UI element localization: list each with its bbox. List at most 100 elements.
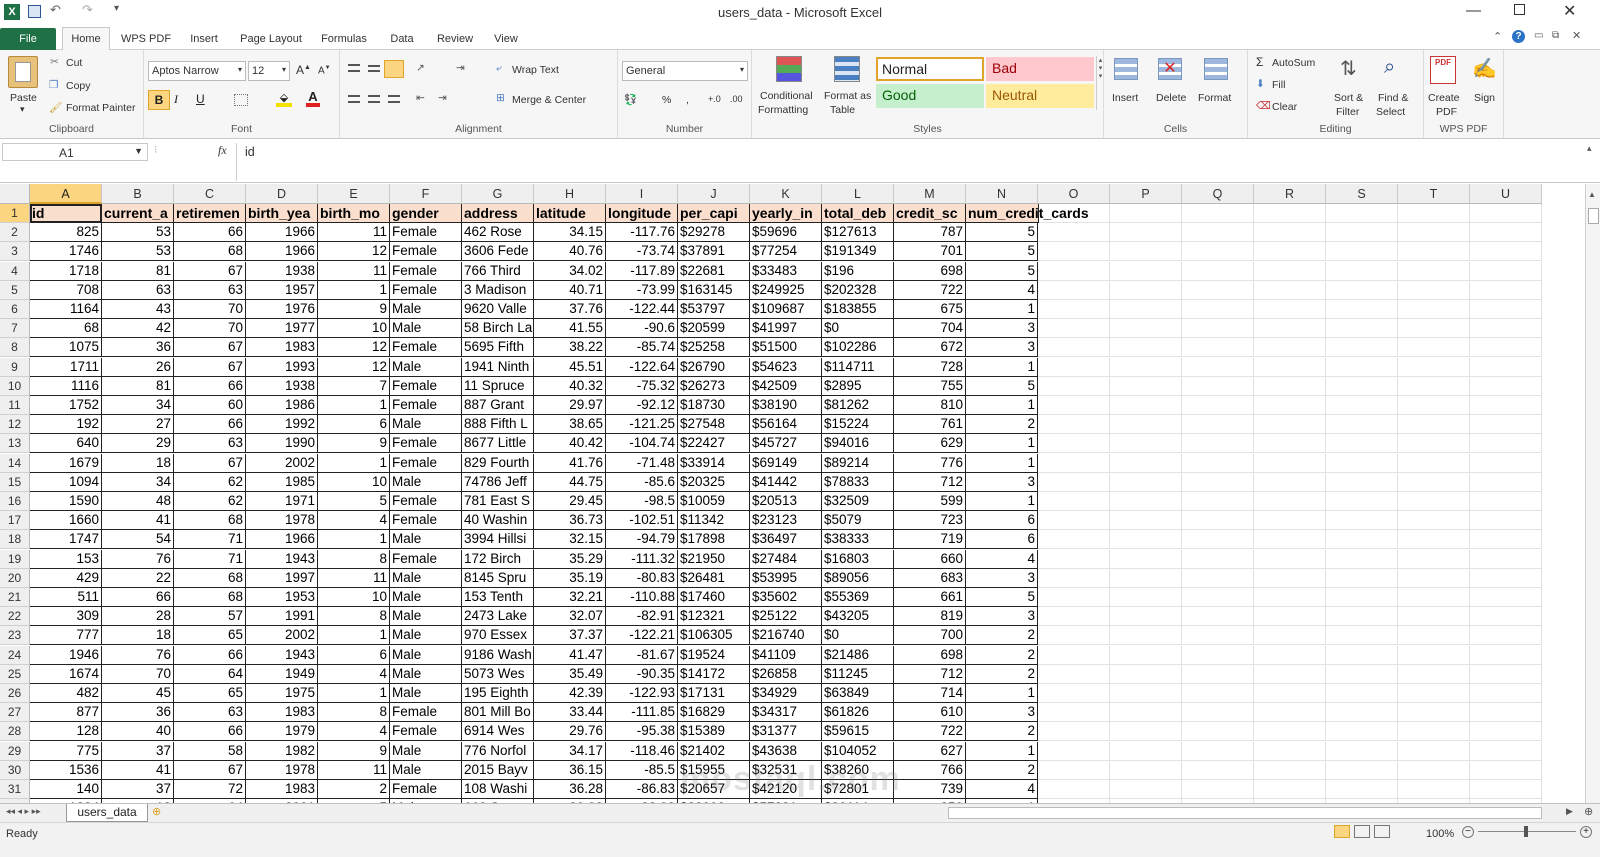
- table-cell[interactable]: 787: [894, 223, 966, 243]
- table-cell[interactable]: -85.74: [606, 338, 678, 358]
- row-header[interactable]: 28: [0, 722, 30, 742]
- table-cell[interactable]: 2: [966, 645, 1038, 665]
- table-cell[interactable]: [1398, 588, 1470, 607]
- table-cell[interactable]: 660: [894, 549, 966, 569]
- wrap-text-icon[interactable]: ⤶: [496, 62, 502, 75]
- table-cell[interactable]: [1182, 741, 1254, 761]
- table-cell[interactable]: [1398, 722, 1470, 742]
- table-cell[interactable]: 66: [102, 588, 174, 607]
- table-cell[interactable]: $35602: [750, 588, 822, 607]
- table-cell[interactable]: 195 Eighth: [462, 684, 534, 703]
- table-cell[interactable]: 1983: [246, 703, 318, 723]
- table-cell[interactable]: [1038, 588, 1110, 607]
- align-center-icon[interactable]: [368, 95, 380, 103]
- table-cell[interactable]: 3 Madison: [462, 280, 534, 300]
- workbook-close-icon[interactable]: ✕: [1572, 29, 1581, 42]
- table-cell[interactable]: 11: [318, 568, 390, 588]
- table-cell[interactable]: [1398, 626, 1470, 646]
- table-cell[interactable]: [1398, 396, 1470, 415]
- table-cell[interactable]: [1398, 472, 1470, 492]
- header-cell[interactable]: current_a: [102, 204, 174, 223]
- table-cell[interactable]: [1110, 280, 1182, 300]
- table-cell[interactable]: 5: [966, 261, 1038, 281]
- table-cell[interactable]: [1254, 434, 1326, 454]
- table-cell[interactable]: 1978: [246, 760, 318, 780]
- table-cell[interactable]: 722: [894, 280, 966, 300]
- table-cell[interactable]: [1038, 684, 1110, 703]
- table-cell[interactable]: 1983: [246, 338, 318, 358]
- table-cell[interactable]: $33483: [750, 261, 822, 281]
- table-cell[interactable]: 1: [318, 396, 390, 415]
- tab-home[interactable]: Home: [62, 27, 110, 51]
- table-cell[interactable]: $38333: [822, 530, 894, 550]
- percent-style-button[interactable]: %: [662, 94, 671, 106]
- header-cell[interactable]: id: [30, 204, 102, 223]
- table-cell[interactable]: 48: [102, 492, 174, 511]
- table-cell[interactable]: 34: [102, 396, 174, 415]
- table-cell[interactable]: [1470, 472, 1542, 492]
- table-cell[interactable]: 1990: [246, 434, 318, 454]
- autosum-button[interactable]: AutoSum: [1272, 57, 1315, 69]
- table-cell[interactable]: 1946: [30, 645, 102, 665]
- table-cell[interactable]: $23123: [750, 511, 822, 531]
- table-cell[interactable]: [1398, 511, 1470, 531]
- table-cell[interactable]: [1470, 396, 1542, 415]
- table-cell[interactable]: $102286: [822, 338, 894, 358]
- table-cell[interactable]: [1182, 626, 1254, 646]
- table-cell[interactable]: $56164: [750, 415, 822, 435]
- table-cell[interactable]: [1254, 684, 1326, 703]
- paste-icon[interactable]: [8, 56, 38, 88]
- header-cell[interactable]: longitude: [606, 204, 678, 223]
- table-cell[interactable]: 1938: [246, 376, 318, 396]
- table-cell[interactable]: $18730: [678, 396, 750, 415]
- table-cell[interactable]: 1: [966, 300, 1038, 319]
- ribbon-collapse-icon[interactable]: ⌃: [1493, 30, 1502, 43]
- table-cell[interactable]: 888 Fifth L: [462, 415, 534, 435]
- table-cell[interactable]: 192: [30, 415, 102, 435]
- table-cell[interactable]: [1110, 664, 1182, 684]
- table-cell[interactable]: [1254, 357, 1326, 377]
- table-cell[interactable]: 719: [894, 530, 966, 550]
- table-cell[interactable]: [1398, 453, 1470, 473]
- row-header[interactable]: 7: [0, 319, 30, 339]
- table-cell[interactable]: 1985: [246, 472, 318, 492]
- table-cell[interactable]: $55369: [822, 588, 894, 607]
- column-header-u[interactable]: U: [1470, 184, 1542, 204]
- copy-button[interactable]: Copy: [66, 80, 91, 92]
- table-cell[interactable]: 54: [102, 530, 174, 550]
- column-header-p[interactable]: P: [1110, 184, 1182, 204]
- table-cell[interactable]: [1254, 261, 1326, 281]
- table-cell[interactable]: [1038, 242, 1110, 262]
- table-cell[interactable]: [1326, 357, 1398, 377]
- row-header[interactable]: 15: [0, 472, 30, 492]
- table-cell[interactable]: $27484: [750, 549, 822, 569]
- table-cell[interactable]: $77254: [750, 242, 822, 262]
- table-cell[interactable]: [1254, 415, 1326, 435]
- table-cell[interactable]: [1326, 530, 1398, 550]
- table-cell[interactable]: 1982: [246, 741, 318, 761]
- table-cell[interactable]: 1116: [30, 376, 102, 396]
- table-cell[interactable]: 1: [966, 741, 1038, 761]
- table-cell[interactable]: [1182, 472, 1254, 492]
- table-cell[interactable]: [1038, 434, 1110, 454]
- table-cell[interactable]: 1977: [246, 319, 318, 339]
- table-cell[interactable]: 1975: [246, 684, 318, 703]
- table-cell[interactable]: [1182, 684, 1254, 703]
- row-header[interactable]: 26: [0, 684, 30, 703]
- table-cell[interactable]: [1470, 645, 1542, 665]
- table-cell[interactable]: 63: [174, 703, 246, 723]
- workbook-minimize-icon[interactable]: ▭: [1534, 30, 1543, 41]
- zoom-slider-thumb[interactable]: [1524, 826, 1528, 837]
- table-cell[interactable]: 1: [966, 684, 1038, 703]
- table-cell[interactable]: $127613: [822, 223, 894, 243]
- table-cell[interactable]: [1470, 261, 1542, 281]
- column-header-c[interactable]: C: [174, 184, 246, 204]
- table-cell[interactable]: [1038, 357, 1110, 377]
- tab-file[interactable]: File: [0, 28, 56, 50]
- table-cell[interactable]: 825: [30, 223, 102, 243]
- header-cell[interactable]: retiremen: [174, 204, 246, 223]
- table-cell[interactable]: [1326, 549, 1398, 569]
- table-cell[interactable]: 429: [30, 568, 102, 588]
- table-cell[interactable]: $17460: [678, 588, 750, 607]
- table-cell[interactable]: 37: [102, 780, 174, 799]
